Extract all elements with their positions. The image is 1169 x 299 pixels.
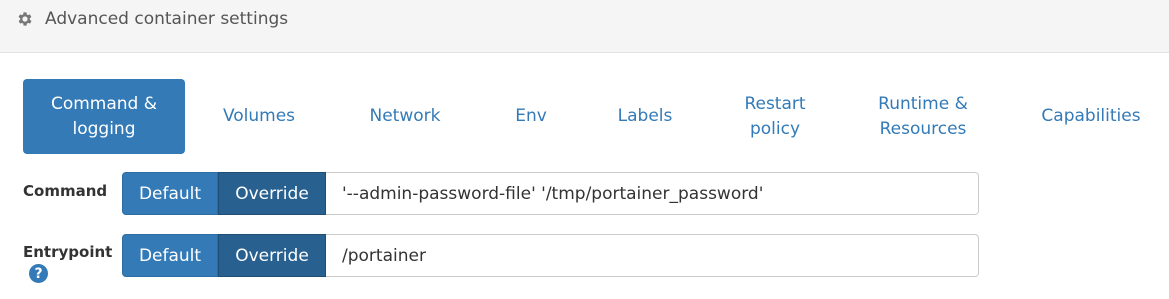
advanced-settings-header: Advanced container settings: [0, 0, 1169, 53]
question-circle-icon[interactable]: ?: [29, 264, 48, 283]
tab-capabilities[interactable]: Capabilities: [1025, 79, 1157, 154]
tab-network[interactable]: Network: [350, 79, 460, 154]
tab-labels[interactable]: Labels: [600, 79, 690, 154]
entrypoint-label: Entrypoint: [23, 243, 113, 261]
tab-volumes[interactable]: Volumes: [204, 79, 314, 154]
command-input[interactable]: '--admin-password-file' '/tmp/portainer_…: [326, 172, 979, 215]
entrypoint-mode-toggle: Default Override /portainer: [122, 234, 979, 277]
tab-command-logging[interactable]: Command & logging: [23, 79, 185, 154]
tab-env[interactable]: Env: [495, 79, 567, 154]
tab-restart-policy[interactable]: Restart policy: [725, 79, 825, 154]
command-label: Command: [23, 182, 108, 200]
command-override-button[interactable]: Override: [218, 172, 326, 215]
command-mode-toggle: Default Override '--admin-password-file'…: [122, 172, 979, 215]
gear-icon: [18, 12, 32, 26]
panel-title: Advanced container settings: [45, 9, 289, 29]
command-default-button[interactable]: Default: [122, 172, 218, 215]
tab-runtime-resources[interactable]: Runtime & Resources: [860, 79, 986, 154]
entrypoint-override-button[interactable]: Override: [218, 234, 326, 277]
entrypoint-input[interactable]: /portainer: [326, 234, 979, 277]
entrypoint-default-button[interactable]: Default: [122, 234, 218, 277]
